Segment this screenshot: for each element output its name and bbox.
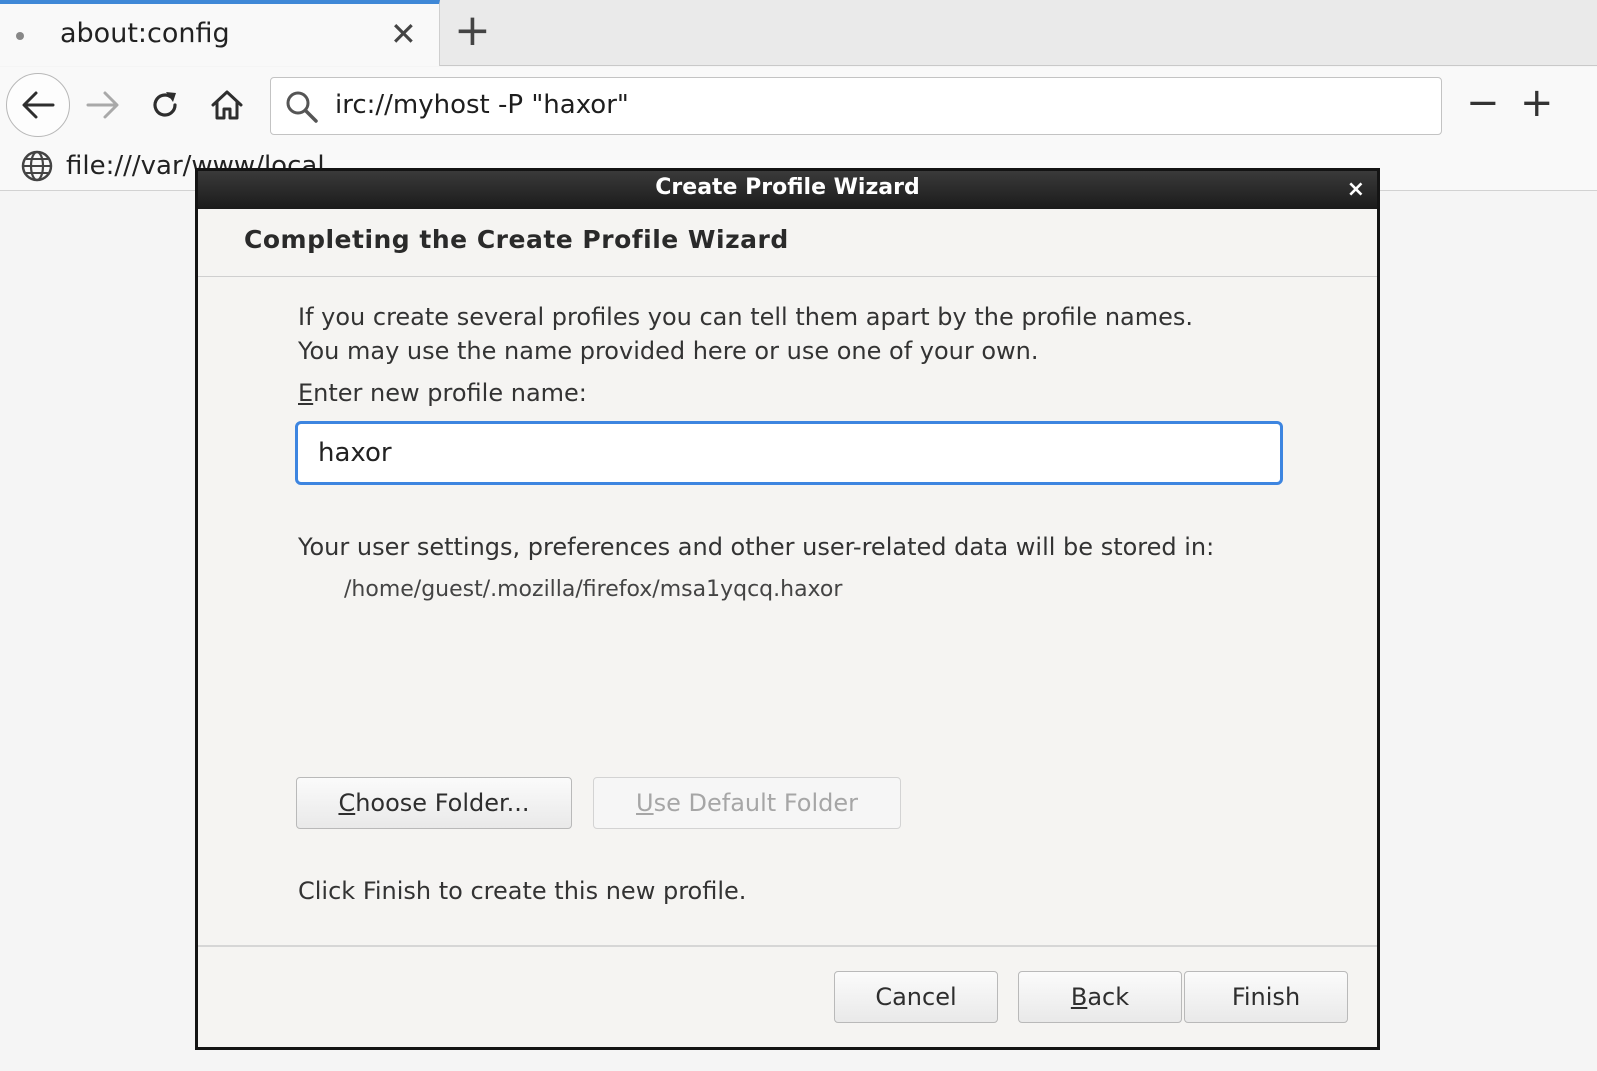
profile-name-label: Enter new profile name: (298, 379, 587, 407)
footer-divider (198, 945, 1377, 947)
new-tab-button[interactable]: + (454, 8, 491, 54)
wizard-heading: Completing the Create Profile Wizard (244, 225, 789, 254)
close-icon[interactable]: × (1347, 177, 1365, 202)
url-bar[interactable]: irc://myhost -P "haxor" (270, 77, 1442, 135)
url-text[interactable]: irc://myhost -P "haxor" (335, 90, 629, 120)
cancel-label: Cancel (875, 983, 957, 1011)
reload-button[interactable] (142, 77, 188, 133)
search-icon (286, 91, 318, 123)
wizard-back-label: ack (1087, 983, 1130, 1011)
forward-button[interactable] (80, 77, 126, 133)
create-profile-wizard-dialog: Create Profile Wizard × Completing the C… (195, 168, 1380, 1050)
dialog-title: Create Profile Wizard (655, 175, 920, 200)
tab-loading-dot-icon (16, 32, 24, 40)
home-button[interactable] (204, 77, 250, 133)
reload-icon (153, 92, 177, 117)
profile-name-label-text: nter new profile name: (313, 379, 587, 407)
finish-hint: Click Finish to create this new profile. (298, 877, 747, 905)
tab-about-config[interactable]: about:config ✕ (0, 0, 440, 66)
wizard-header: Completing the Create Profile Wizard (198, 209, 1377, 277)
storage-location-label: Your user settings, preferences and othe… (298, 533, 1215, 561)
navigation-bar: irc://myhost -P "haxor" − + (0, 67, 1597, 145)
profile-name-input[interactable] (295, 421, 1283, 485)
choose-folder-accesskey: C (338, 789, 356, 817)
globe-icon (21, 150, 53, 182)
back-button[interactable] (6, 73, 70, 137)
wizard-back-accesskey: B (1070, 983, 1088, 1011)
description-line-1: If you create several profiles you can t… (298, 303, 1194, 331)
tab-bar: about:config ✕ + (0, 0, 1597, 66)
finish-label: Finish (1231, 983, 1301, 1011)
use-default-folder-accesskey: U (636, 789, 654, 817)
zoom-out-button[interactable]: − (1466, 81, 1500, 125)
use-default-folder-label: se Default Folder (653, 789, 858, 817)
description-line-2: You may use the name provided here or us… (298, 337, 1039, 365)
cancel-button[interactable]: Cancel (834, 971, 998, 1023)
tab-close-icon[interactable]: ✕ (390, 16, 417, 52)
forward-arrow-icon (86, 91, 119, 119)
home-icon (211, 90, 243, 120)
dialog-titlebar[interactable]: Create Profile Wizard × (198, 171, 1377, 209)
finish-button[interactable]: Finish (1184, 971, 1348, 1023)
tab-title: about:config (60, 18, 230, 49)
zoom-in-button[interactable]: + (1520, 81, 1554, 125)
choose-folder-button[interactable]: Choose Folder... (296, 777, 572, 829)
use-default-folder-button[interactable]: Use Default Folder (593, 777, 901, 829)
choose-folder-label: hoose Folder... (355, 789, 530, 817)
storage-path: /home/guest/.mozilla/firefox/msa1yqcq.ha… (344, 577, 843, 602)
wizard-back-button[interactable]: Back (1018, 971, 1182, 1023)
profile-name-label-accesskey: E (298, 379, 314, 407)
back-arrow-icon (22, 91, 55, 119)
